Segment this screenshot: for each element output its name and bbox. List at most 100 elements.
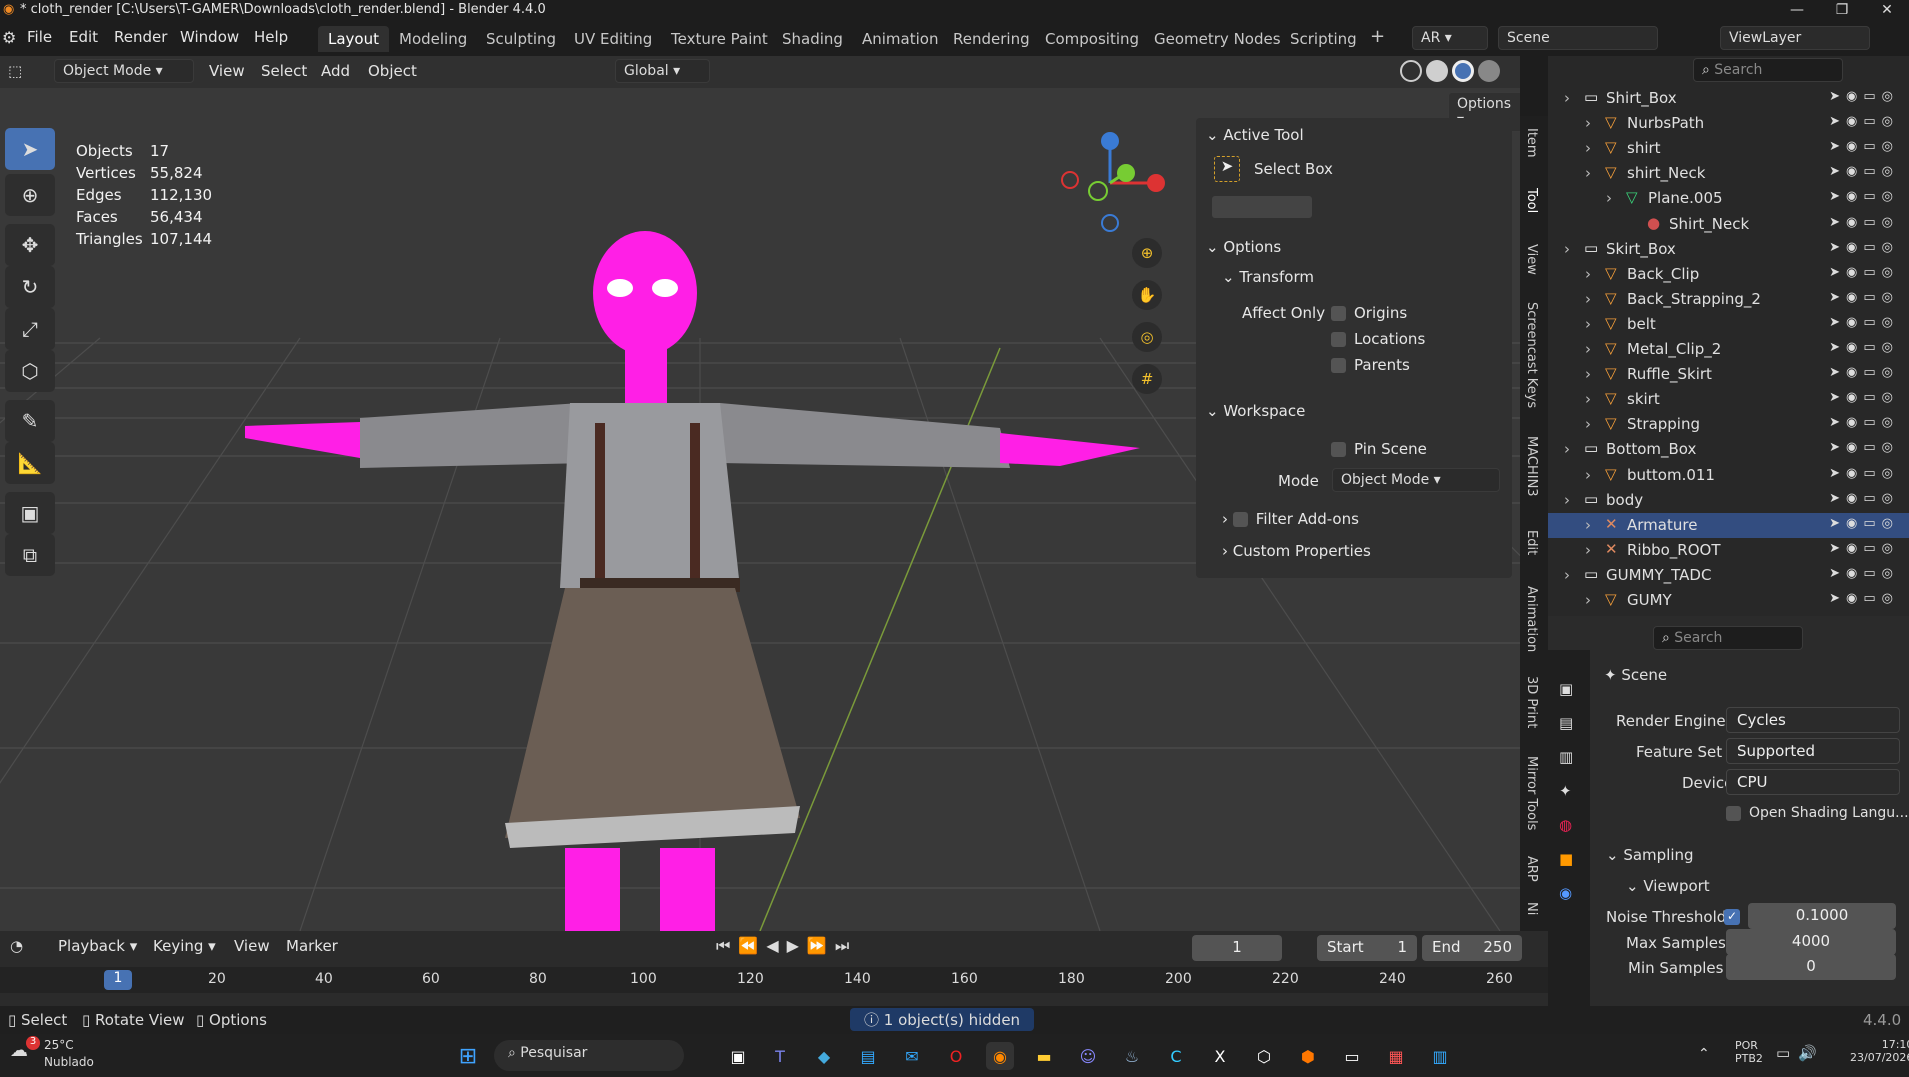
maximize-button[interactable]: ❐ [1820, 0, 1864, 22]
mode-selector[interactable]: Object Mode ▾ [54, 59, 194, 83]
properties-search[interactable]: ⌕ Search [1653, 626, 1803, 650]
notepad-icon[interactable]: ▥ [1426, 1042, 1454, 1070]
tab-uv-editing[interactable]: UV Editing [574, 30, 652, 48]
outliner-row[interactable]: › ▽ skirt ➤◉▭◎ [1548, 387, 1909, 412]
view-layer-tab-icon[interactable]: ▥ [1559, 748, 1573, 766]
language-indicator[interactable]: POR PTB2 [1735, 1039, 1763, 1065]
store-icon[interactable]: ▤ [854, 1042, 882, 1070]
teams-icon[interactable]: T [766, 1042, 794, 1070]
workspace-section[interactable]: ⌄ Workspace [1206, 402, 1305, 420]
clock[interactable]: 17:1023/07/2026 [1850, 1038, 1909, 1064]
tab-animation[interactable]: Animation [862, 30, 938, 48]
copilot-icon[interactable]: ◆ [810, 1042, 838, 1070]
move-tool[interactable]: ✥ [5, 224, 55, 266]
visibility-toggles[interactable]: ➤◉▭◎ [1829, 415, 1899, 430]
expand-chevron-icon[interactable]: › [1585, 114, 1591, 132]
active-tool-header[interactable]: ⌄ Active Tool [1206, 126, 1304, 144]
volume-icon[interactable]: 🔊 [1798, 1044, 1817, 1062]
editor-type-3d-icon[interactable]: ⬚ [8, 62, 22, 80]
visibility-toggles[interactable]: ➤◉▭◎ [1829, 541, 1899, 556]
object-tab-icon[interactable]: ■ [1559, 850, 1573, 868]
outliner-row[interactable]: ● Shirt_Neck ➤◉▭◎ [1548, 212, 1909, 237]
visibility-toggles[interactable]: ➤◉▭◎ [1829, 340, 1899, 355]
add-object-tool[interactable]: ⧉ [5, 534, 55, 576]
outliner-row[interactable]: › ▽ shirt ➤◉▭◎ [1548, 136, 1909, 161]
visibility-toggles[interactable]: ➤◉▭◎ [1829, 89, 1899, 104]
playhead[interactable]: 1 [104, 970, 132, 990]
expand-chevron-icon[interactable]: › [1585, 290, 1591, 308]
expand-chevron-icon[interactable]: › [1564, 491, 1570, 509]
cursor-tool[interactable]: ⊕ [5, 174, 55, 216]
expand-chevron-icon[interactable]: › [1585, 390, 1591, 408]
outliner-row[interactable]: › ✕ Armature ➤◉▭◎ [1548, 512, 1909, 538]
noise-threshold-checkbox[interactable]: ✓ [1724, 909, 1740, 925]
timeline-playback-menu[interactable]: Playback ▾ [58, 937, 137, 955]
terminal-icon[interactable]: ▭ [1338, 1042, 1366, 1070]
visibility-toggles[interactable]: ➤◉▭◎ [1829, 466, 1899, 481]
tab-edit[interactable]: Edit [1524, 530, 1539, 555]
outliner-row[interactable]: › ▽ Back_Strapping_2 ➤◉▭◎ [1548, 287, 1909, 312]
menu-file[interactable]: File [27, 28, 52, 46]
steam-icon[interactable]: ♨ [1118, 1042, 1146, 1070]
annotate-tool[interactable]: ✎ [5, 400, 55, 442]
origins-checkbox[interactable]: Origins [1331, 304, 1407, 322]
app-icon[interactable]: ⬢ [1294, 1042, 1322, 1070]
timeline-editor-icon[interactable]: ◔ [10, 937, 23, 955]
expand-chevron-icon[interactable]: › [1564, 240, 1570, 258]
device-selector[interactable]: CPU [1726, 769, 1900, 795]
vp-menu-view[interactable]: View [209, 62, 245, 80]
taskbar-search[interactable]: ⌕ Pesquisar [494, 1040, 684, 1071]
outliner-row[interactable]: › ▭ Skirt_Box ➤◉▭◎ [1548, 237, 1909, 262]
workspace-mode-selector[interactable]: Object Mode ▾ [1332, 468, 1500, 492]
tab-scripting[interactable]: Scripting [1290, 30, 1357, 48]
expand-chevron-icon[interactable]: › [1564, 440, 1570, 458]
visibility-toggles[interactable]: ➤◉▭◎ [1829, 290, 1899, 305]
expand-chevron-icon[interactable]: › [1564, 89, 1570, 107]
material-shading-icon[interactable] [1452, 60, 1474, 82]
view-layer-selector[interactable]: ViewLayer [1720, 26, 1870, 50]
render-tab-icon[interactable]: ▣ [1559, 680, 1573, 698]
filter-addons-row[interactable]: › Filter Add-ons [1222, 510, 1359, 528]
select-box-icon[interactable]: ➤ [1214, 156, 1240, 182]
visibility-toggles[interactable]: ➤◉▭◎ [1829, 189, 1899, 204]
expand-chevron-icon[interactable]: › [1585, 591, 1591, 609]
tab-rendering[interactable]: Rendering [953, 30, 1030, 48]
close-button[interactable]: ✕ [1865, 0, 1909, 22]
tab-modeling[interactable]: Modeling [399, 30, 467, 48]
viewport-subsection[interactable]: ⌄ Viewport [1626, 877, 1710, 895]
wireframe-shading-icon[interactable] [1400, 60, 1422, 82]
outliner-row[interactable]: › ▽ NurbsPath ➤◉▭◎ [1548, 111, 1909, 136]
outliner-row[interactable]: › ▽ buttom.011 ➤◉▭◎ [1548, 463, 1909, 488]
app2-icon[interactable]: ▦ [1382, 1042, 1410, 1070]
expand-chevron-icon[interactable]: › [1585, 340, 1591, 358]
tray-chevron-icon[interactable]: ⌃ [1698, 1046, 1710, 1062]
render-engine-selector[interactable]: Cycles [1726, 707, 1900, 733]
tab-arp[interactable]: ARP [1524, 856, 1539, 882]
outliner-row[interactable]: › ▽ GUMY ➤◉▭◎ [1548, 588, 1909, 613]
visibility-toggles[interactable]: ➤◉▭◎ [1829, 566, 1899, 581]
visibility-toggles[interactable]: ➤◉▭◎ [1829, 491, 1899, 506]
scene-tab-icon[interactable]: ✦ [1559, 782, 1572, 800]
visibility-toggles[interactable]: ➤◉▭◎ [1829, 164, 1899, 179]
tab-mirror-tools[interactable]: Mirror Tools [1524, 756, 1539, 830]
vp-menu-select[interactable]: Select [261, 62, 307, 80]
tab-ni[interactable]: Ni [1524, 902, 1539, 915]
expand-chevron-icon[interactable]: › [1585, 466, 1591, 484]
feature-set-selector[interactable]: Supported [1726, 738, 1900, 764]
ar-selector[interactable]: AR ▾ [1412, 26, 1488, 50]
visibility-toggles[interactable]: ➤◉▭◎ [1829, 215, 1899, 230]
tab-tool[interactable]: Tool [1524, 188, 1539, 213]
outliner-row[interactable]: › ▭ Shirt_Box ➤◉▭◎ [1548, 86, 1909, 111]
visibility-toggles[interactable]: ➤◉▭◎ [1829, 139, 1899, 154]
visibility-toggles[interactable]: ➤◉▭◎ [1829, 240, 1899, 255]
timeline-view-menu[interactable]: View [234, 937, 270, 955]
tab-animation[interactable]: Animation [1524, 586, 1539, 652]
tab-geometry-nodes[interactable]: Geometry Nodes [1154, 30, 1281, 48]
outliner-row[interactable]: › ▽ Back_Clip ➤◉▭◎ [1548, 262, 1909, 287]
opera-icon[interactable]: O [942, 1042, 970, 1070]
timeline-marker-menu[interactable]: Marker [286, 937, 338, 955]
windows-start-icon[interactable]: ⊞ [454, 1042, 482, 1070]
cc-icon[interactable]: C [1162, 1042, 1190, 1070]
scale-tool[interactable]: ⤢ [5, 308, 55, 350]
outliner-row[interactable]: › ▽ Plane.005 ➤◉▭◎ [1548, 186, 1909, 211]
